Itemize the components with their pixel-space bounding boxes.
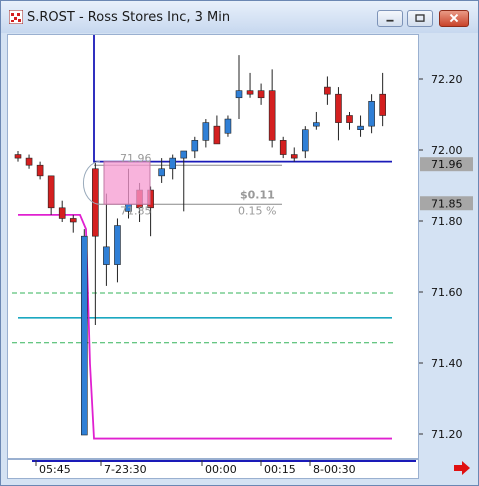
candle-body bbox=[346, 115, 353, 123]
time-axis-labels: 05:45 7-23:30 00:00 00:15 8-00:30 bbox=[32, 460, 416, 476]
time-tick-label: 7-23:30 bbox=[104, 463, 147, 476]
candle-body bbox=[379, 93, 386, 116]
time-axis-strip bbox=[32, 460, 416, 462]
close-button[interactable] bbox=[439, 10, 469, 27]
chart-window: S.ROST - Ross Stores Inc, 3 Min 71.96 71.… bbox=[0, 0, 479, 486]
price-tag-label: 71.96 bbox=[431, 158, 463, 171]
time-tick-label: 00:15 bbox=[264, 463, 296, 476]
price-tick-label: 71.40 bbox=[431, 357, 463, 370]
candle-body bbox=[169, 157, 176, 170]
candle-body bbox=[224, 118, 232, 134]
candle-body bbox=[180, 150, 188, 159]
label-change-amount: $0.11 bbox=[240, 188, 275, 201]
candle-body bbox=[257, 90, 265, 99]
candle-body bbox=[357, 125, 364, 131]
candle-body bbox=[313, 122, 320, 127]
chart-app-icon bbox=[9, 10, 23, 24]
candle-body bbox=[81, 235, 88, 436]
candle-body bbox=[368, 101, 375, 127]
magenta-line bbox=[18, 214, 392, 440]
title-bar[interactable]: S.ROST - Ross Stores Inc, 3 Min bbox=[1, 1, 478, 33]
window-title: S.ROST - Ross Stores Inc, 3 Min bbox=[27, 10, 231, 25]
price-tick-label: 71.80 bbox=[431, 215, 463, 228]
time-tick-label: 8-00:30 bbox=[313, 463, 356, 476]
highlight-box bbox=[103, 161, 151, 205]
label-level-high: 71.96 bbox=[120, 152, 152, 165]
candle-body bbox=[58, 207, 66, 219]
candle-body bbox=[246, 90, 254, 95]
candle-body bbox=[290, 154, 298, 159]
price-tick-label: 72.00 bbox=[431, 144, 463, 157]
price-tick-label: 71.20 bbox=[431, 428, 463, 441]
candle-body bbox=[279, 140, 287, 155]
blue-level-line bbox=[93, 35, 392, 163]
candle-body bbox=[36, 164, 44, 177]
candle-body bbox=[114, 225, 121, 265]
candle-body bbox=[14, 154, 22, 159]
candle-body bbox=[191, 140, 199, 152]
candle-body bbox=[301, 129, 309, 152]
candle-body bbox=[335, 93, 342, 123]
maximize-icon bbox=[415, 14, 425, 22]
time-tick-label: 05:45 bbox=[39, 463, 71, 476]
candle-body bbox=[47, 175, 55, 209]
price-tick-label: 72.20 bbox=[431, 73, 463, 86]
candle-body bbox=[202, 122, 210, 141]
candle-body bbox=[235, 90, 243, 99]
minimize-button[interactable] bbox=[377, 10, 403, 27]
time-tick-label: 00:00 bbox=[205, 463, 237, 476]
candle-body bbox=[103, 246, 110, 265]
candle-body bbox=[268, 90, 276, 141]
candle-body bbox=[158, 168, 165, 177]
candle-body bbox=[69, 218, 77, 223]
chart-plot-area[interactable]: 71.96 71.85 $0.11 0.15 % bbox=[7, 34, 419, 459]
candle-body bbox=[25, 157, 33, 166]
minimize-icon bbox=[386, 19, 394, 22]
price-tick-label: 71.60 bbox=[431, 286, 463, 299]
close-icon bbox=[449, 13, 459, 23]
candle-body bbox=[213, 125, 221, 145]
maximize-button[interactable] bbox=[407, 10, 433, 27]
time-axis[interactable]: 05:45 7-23:30 00:00 00:15 8-00:30 bbox=[7, 459, 419, 479]
label-level-low: 71.85 bbox=[120, 204, 152, 217]
price-tag-label: 71.85 bbox=[431, 197, 463, 210]
label-change-pct: 0.15 % bbox=[238, 204, 276, 217]
price-axis-labels: 72.20 72.00 71.80 71.60 71.40 71.20 71.96 71.85 bbox=[419, 73, 473, 441]
price-chart[interactable]: 71.96 71.85 $0.11 0.15 % bbox=[8, 35, 418, 458]
arrow-right-icon[interactable] bbox=[453, 461, 471, 475]
candle-body bbox=[324, 86, 331, 95]
price-axis[interactable]: 72.20 72.00 71.80 71.60 71.40 71.20 71.96 71.85 bbox=[419, 34, 474, 459]
